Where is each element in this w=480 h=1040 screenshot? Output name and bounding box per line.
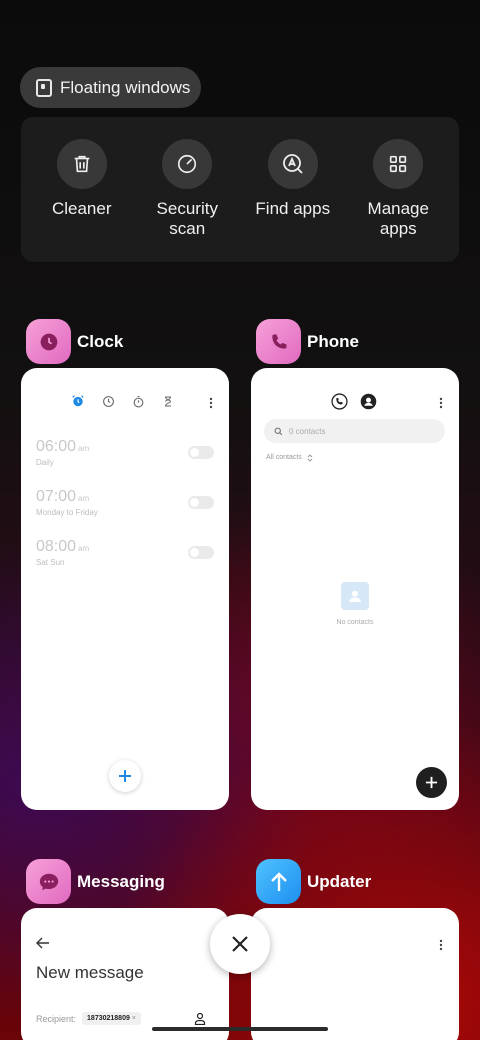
recipient-label: Recipient: <box>36 1013 77 1024</box>
recipient-number: 18730218809 <box>87 1015 130 1022</box>
recipient-field[interactable]: Recipient: 18730218809 × <box>36 1012 141 1025</box>
plus-icon <box>425 776 438 789</box>
empty-state-text: No contacts <box>336 619 374 626</box>
alarm-item[interactable]: 06:00 am Daily <box>36 438 214 478</box>
clock-app-name: Clock <box>77 331 124 351</box>
contact-card-icon <box>341 582 369 610</box>
floating-windows-button[interactable]: Floating windows <box>20 67 201 108</box>
updater-app-name: Updater <box>307 871 372 891</box>
sort-arrows-icon <box>307 454 313 462</box>
world-clock-icon[interactable] <box>102 395 115 413</box>
contacts-search-input[interactable]: 0 contacts <box>264 419 445 443</box>
timer-icon[interactable] <box>162 395 174 413</box>
recipient-chip[interactable]: 18730218809 × <box>82 1012 141 1025</box>
cleaner-button[interactable]: Cleaner <box>32 139 132 262</box>
find-apps-button[interactable]: Find apps <box>243 139 343 262</box>
alarm-repeat: Sat Sun <box>36 558 65 567</box>
phone-app-name: Phone <box>307 331 359 351</box>
call-log-icon[interactable] <box>331 393 348 415</box>
plus-icon <box>119 770 131 782</box>
alarm-icon[interactable] <box>71 394 85 413</box>
alarm-repeat: Daily <box>36 458 54 467</box>
manage-apps-button[interactable]: Manage apps <box>348 139 448 262</box>
contacts-filter-dropdown[interactable]: All contacts <box>266 454 313 462</box>
filter-label: All contacts <box>266 454 302 461</box>
contacts-icon[interactable] <box>360 393 377 415</box>
new-message-title: New message <box>36 963 144 982</box>
clock-tab-bar <box>71 394 174 413</box>
search-placeholder: 0 contacts <box>289 426 326 436</box>
security-scan-button[interactable]: Security scan <box>137 139 237 262</box>
phone-app-icon <box>256 319 301 364</box>
alarm-ampm: am <box>78 444 90 453</box>
search-icon <box>274 427 283 435</box>
quick-tools-panel: Cleaner Security scan Find apps Manage a… <box>21 117 459 262</box>
alarm-repeat: Monday to Friday <box>36 508 98 517</box>
messaging-app-icon <box>26 859 71 904</box>
alarm-toggle[interactable] <box>188 496 214 509</box>
remove-chip-icon[interactable]: × <box>132 1015 136 1022</box>
alarm-item[interactable]: 08:00 am Sat Sun <box>36 538 214 578</box>
messaging-app-name: Messaging <box>77 871 165 891</box>
close-all-button[interactable] <box>210 914 270 974</box>
more-options-icon[interactable] <box>439 938 443 956</box>
back-arrow-icon[interactable] <box>36 936 50 954</box>
alarm-ampm: am <box>78 544 90 553</box>
clock-app-icon <box>26 319 71 364</box>
updater-app-header[interactable]: Updater <box>256 859 371 904</box>
messaging-app-preview[interactable]: New message Recipient: 18730218809 × <box>21 908 229 1040</box>
add-alarm-button[interactable] <box>109 760 141 792</box>
stopwatch-icon[interactable] <box>132 395 145 413</box>
phone-tab-bar <box>331 393 377 415</box>
add-contact-button[interactable] <box>416 767 447 798</box>
floating-window-icon <box>36 78 52 97</box>
floating-windows-label: Floating windows <box>60 77 191 97</box>
cleaner-label: Cleaner <box>51 199 112 218</box>
alarm-time: 08:00 <box>36 538 77 555</box>
more-options-icon[interactable] <box>209 396 213 414</box>
find-apps-label: Find apps <box>255 199 331 218</box>
close-icon <box>232 936 248 952</box>
alarm-toggle[interactable] <box>188 446 214 459</box>
updater-app-preview[interactable] <box>251 908 459 1040</box>
alarm-ampm: am <box>78 494 90 503</box>
more-options-icon[interactable] <box>439 396 443 414</box>
manage-apps-label: Manage apps <box>367 199 429 238</box>
trash-icon <box>56 139 107 189</box>
alarm-time: 06:00 <box>36 438 77 455</box>
security-scan-label: Security scan <box>156 199 218 238</box>
phone-app-header[interactable]: Phone <box>256 319 359 364</box>
phone-app-preview[interactable]: 0 contacts All contacts No contacts <box>251 368 459 810</box>
clock-app-header[interactable]: Clock <box>26 319 123 364</box>
home-indicator[interactable] <box>152 1027 328 1031</box>
gauge-icon <box>162 139 213 189</box>
alarm-time: 07:00 <box>36 488 77 505</box>
empty-state: No contacts <box>251 582 459 626</box>
app-search-icon <box>267 139 318 189</box>
messaging-app-header[interactable]: Messaging <box>26 859 165 904</box>
clock-app-preview[interactable]: 06:00 am Daily 07:00 am Monday to Friday 0… <box>21 368 229 810</box>
grid-icon <box>373 139 424 189</box>
updater-app-icon <box>256 859 301 904</box>
alarm-toggle[interactable] <box>188 546 214 559</box>
alarm-item[interactable]: 07:00 am Monday to Friday <box>36 488 214 528</box>
